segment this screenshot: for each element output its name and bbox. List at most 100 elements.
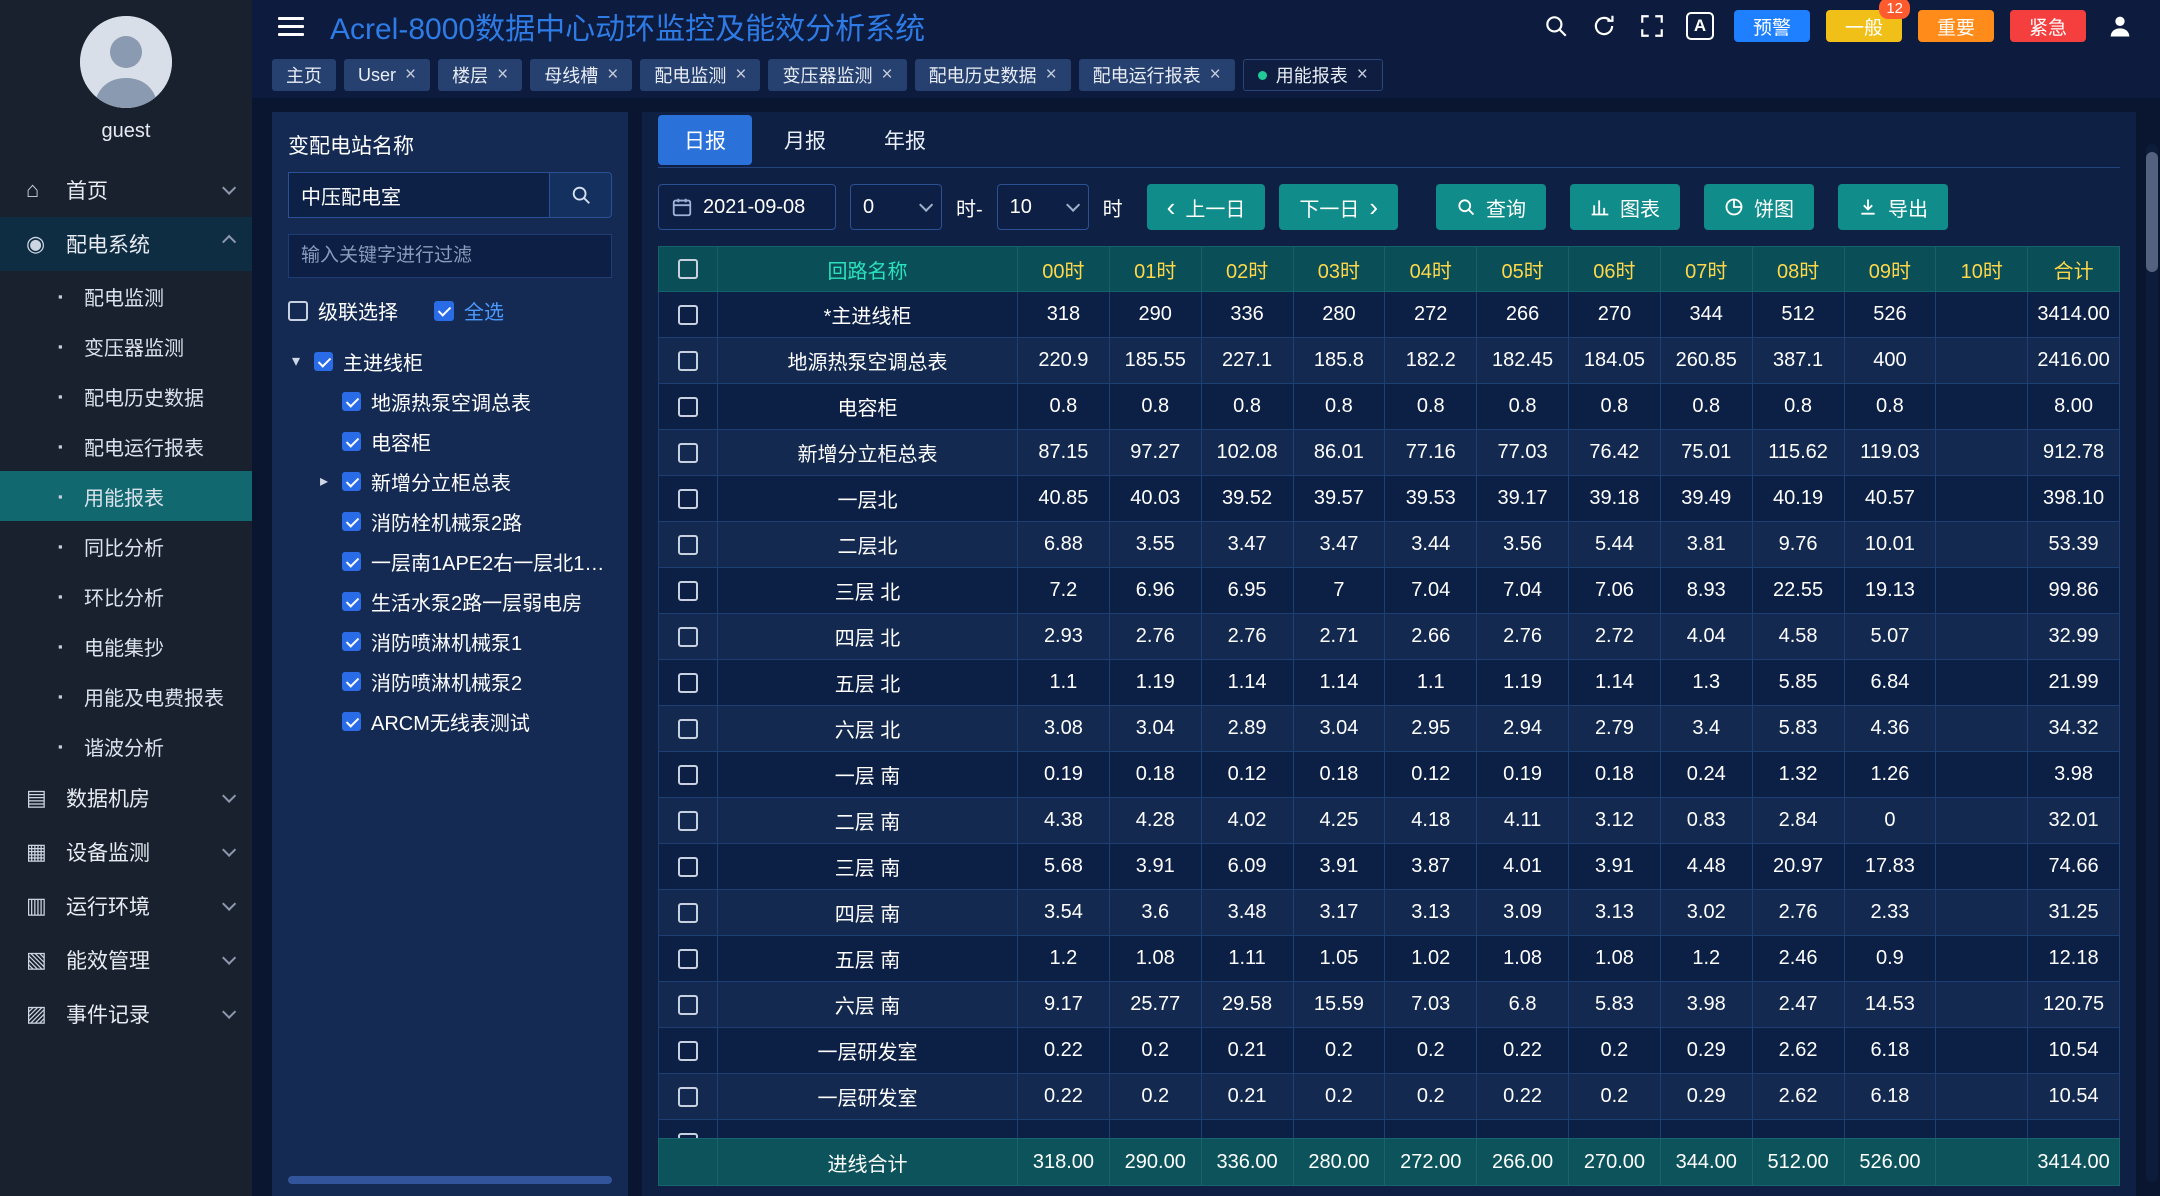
station-search-button[interactable] — [550, 172, 612, 218]
query-button[interactable]: 查询 — [1436, 184, 1546, 230]
tab-close-icon[interactable]: × — [405, 64, 416, 86]
collapse-arrow-icon[interactable]: ▾ — [288, 351, 304, 371]
chart-button[interactable]: 图表 — [1570, 184, 1680, 230]
select-all-checkbox[interactable] — [434, 301, 454, 321]
tree-node[interactable]: 消防喷淋机械泵2 — [288, 661, 612, 701]
row-checkbox[interactable] — [678, 489, 698, 509]
row-checkbox[interactable] — [678, 857, 698, 877]
row-checkbox[interactable] — [678, 443, 698, 463]
sidebar-item-配电历史数据[interactable]: ▪配电历史数据 — [0, 371, 252, 421]
sidebar-item-谐波分析[interactable]: ▪谐波分析 — [0, 721, 252, 771]
vertical-scrollbar[interactable] — [2146, 144, 2158, 1182]
tree-node[interactable]: ARCM无线表测试 — [288, 701, 612, 741]
row-checkbox[interactable] — [678, 627, 698, 647]
sidebar-item-运行环境[interactable]: ▥运行环境 — [0, 879, 252, 933]
tab-close-icon[interactable]: × — [881, 64, 892, 86]
tab-配电运行报表[interactable]: 配电运行报表× — [1079, 59, 1235, 91]
pie-button[interactable]: 饼图 — [1704, 184, 1814, 230]
tab-配电监测[interactable]: 配电监测× — [640, 59, 760, 91]
prev-day-button[interactable]: ‹ 上一日 — [1147, 184, 1266, 230]
sidebar-item-配电监测[interactable]: ▪配电监测 — [0, 271, 252, 321]
row-checkbox[interactable] — [678, 535, 698, 555]
tree-checkbox[interactable] — [342, 712, 361, 731]
tree-checkbox[interactable] — [342, 512, 361, 531]
row-checkbox[interactable] — [678, 765, 698, 785]
sidebar-item-配电系统[interactable]: ◉配电系统 — [0, 217, 252, 271]
tree-checkbox[interactable] — [342, 432, 361, 451]
sidebar-item-用能报表[interactable]: ▪用能报表 — [0, 471, 252, 521]
alarm-button-预警[interactable]: 预警 — [1734, 10, 1810, 42]
date-picker[interactable]: 2021-09-08 — [658, 184, 836, 230]
tab-用能报表[interactable]: 用能报表× — [1243, 59, 1383, 91]
tree-node[interactable]: 消防栓机械泵2路 — [288, 501, 612, 541]
station-input[interactable] — [288, 172, 550, 218]
tab-楼层[interactable]: 楼层× — [438, 59, 522, 91]
tree-node[interactable]: 一层南1APE2右一层北1APE1左 — [288, 541, 612, 581]
sidebar-item-同比分析[interactable]: ▪同比分析 — [0, 521, 252, 571]
next-day-button[interactable]: 下一日 › — [1279, 184, 1398, 230]
row-checkbox[interactable] — [678, 673, 698, 693]
menu-toggle-icon[interactable] — [278, 17, 304, 36]
cascade-checkbox[interactable] — [288, 301, 308, 321]
tab-配电历史数据[interactable]: 配电历史数据× — [915, 59, 1071, 91]
filter-input[interactable] — [288, 234, 612, 278]
sidebar-item-事件记录[interactable]: ▨事件记录 — [0, 987, 252, 1041]
sidebar-item-设备监测[interactable]: ▦设备监测 — [0, 825, 252, 879]
tree-checkbox[interactable] — [342, 472, 361, 491]
row-checkbox[interactable] — [678, 995, 698, 1015]
row-checkbox[interactable] — [678, 719, 698, 739]
font-size-icon[interactable]: A — [1686, 12, 1714, 40]
sidebar-item-环比分析[interactable]: ▪环比分析 — [0, 571, 252, 621]
tab-close-icon[interactable]: × — [1046, 64, 1057, 86]
sidebar-item-数据机房[interactable]: ▤数据机房 — [0, 771, 252, 825]
tab-User[interactable]: User× — [344, 59, 430, 91]
tab-变压器监测[interactable]: 变压器监测× — [768, 59, 906, 91]
sidebar-item-首页[interactable]: ⌂首页 — [0, 163, 252, 217]
report-tab-日报[interactable]: 日报 — [658, 115, 752, 165]
alarm-button-紧急[interactable]: 紧急 — [2010, 10, 2086, 42]
row-checkbox[interactable] — [678, 1087, 698, 1107]
tree-node[interactable]: 生活水泵2路一层弱电房 — [288, 581, 612, 621]
tab-母线槽[interactable]: 母线槽× — [530, 59, 632, 91]
row-checkbox[interactable] — [678, 903, 698, 923]
sidebar-item-配电运行报表[interactable]: ▪配电运行报表 — [0, 421, 252, 471]
tree-checkbox[interactable] — [342, 632, 361, 651]
tree-node-root[interactable]: ▾ 主进线柜 — [288, 341, 612, 381]
hour-start-select[interactable]: 0 — [850, 184, 942, 230]
row-checkbox[interactable] — [678, 305, 698, 325]
tree-checkbox[interactable] — [342, 392, 361, 411]
tab-主页[interactable]: 主页 — [272, 59, 336, 91]
expand-arrow-icon[interactable]: ▸ — [316, 471, 332, 491]
alarm-button-一般[interactable]: 一般12 — [1826, 10, 1902, 42]
row-checkbox[interactable] — [678, 351, 698, 371]
tree-root-checkbox[interactable] — [314, 352, 333, 371]
sidebar-item-用能及电费报表[interactable]: ▪用能及电费报表 — [0, 671, 252, 721]
report-tab-年报[interactable]: 年报 — [858, 115, 952, 165]
scrollbar-thumb[interactable] — [2146, 152, 2158, 272]
report-tab-月报[interactable]: 月报 — [758, 115, 852, 165]
search-icon[interactable] — [1542, 12, 1570, 40]
tree-node[interactable]: 地源热泵空调总表 — [288, 381, 612, 421]
tree-checkbox[interactable] — [342, 552, 361, 571]
row-checkbox[interactable] — [678, 949, 698, 969]
tab-close-icon[interactable]: × — [735, 64, 746, 86]
row-checkbox[interactable] — [678, 1133, 698, 1139]
tree-node[interactable]: 电容柜 — [288, 421, 612, 461]
tab-close-icon[interactable]: × — [607, 64, 618, 86]
alarm-button-重要[interactable]: 重要 — [1918, 10, 1994, 42]
sidebar-item-变压器监测[interactable]: ▪变压器监测 — [0, 321, 252, 371]
tree-node[interactable]: ▸新增分立柜总表 — [288, 461, 612, 501]
user-icon[interactable] — [2106, 12, 2134, 40]
tab-close-icon[interactable]: × — [1210, 64, 1221, 86]
tab-close-icon[interactable]: × — [497, 64, 508, 86]
tree-node[interactable]: 消防喷淋机械泵1 — [288, 621, 612, 661]
tab-close-icon[interactable]: × — [1357, 64, 1368, 86]
avatar[interactable] — [80, 16, 172, 108]
tree-checkbox[interactable] — [342, 592, 361, 611]
sidebar-item-能效管理[interactable]: ▧能效管理 — [0, 933, 252, 987]
hour-end-select[interactable]: 10 — [997, 184, 1089, 230]
export-button[interactable]: 导出 — [1838, 184, 1948, 230]
horizontal-scrollbar[interactable] — [288, 1176, 612, 1184]
row-checkbox[interactable] — [678, 1041, 698, 1061]
fullscreen-icon[interactable] — [1638, 12, 1666, 40]
